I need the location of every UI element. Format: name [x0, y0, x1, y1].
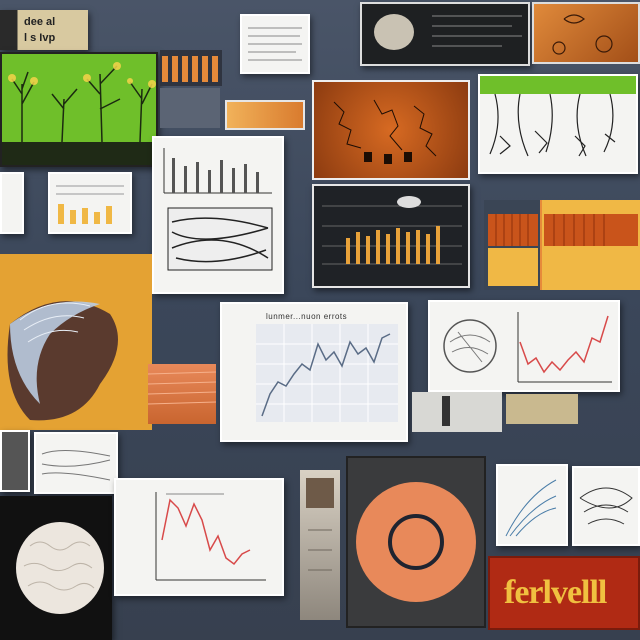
- tree-illustration-icon: [2, 62, 156, 165]
- small-line-chart-card-bottom-left: [34, 432, 118, 494]
- red-line-chart-card: [428, 300, 620, 392]
- text-note-card-top: [240, 14, 310, 74]
- tan-card-right: [506, 394, 578, 424]
- chart-title: lunmer...nuon errots: [266, 312, 348, 321]
- grey-card-top: [160, 88, 220, 128]
- orange-map-card: [312, 80, 470, 180]
- small-chart-card-left: [48, 172, 132, 234]
- label-line-2: l s Ivp: [24, 32, 56, 44]
- brand-text: ferlvelll: [504, 574, 607, 611]
- label-line-1: dee al: [24, 16, 56, 28]
- small-paper-card-left: [0, 172, 24, 234]
- brain-illustration-card: [0, 496, 112, 640]
- orange-sketch-card-top-right: [532, 2, 640, 64]
- sketch-card-bottom-right-2: [572, 466, 640, 546]
- collage-canvas: dee al l s Ivp lunmer...nuon errots ferl…: [0, 0, 640, 640]
- brain-illustration-icon: [16, 522, 104, 614]
- paper-bar-chart-card: [152, 136, 284, 294]
- root-sketch-card: [478, 74, 638, 174]
- small-dark-card-bottom-left: [0, 430, 30, 492]
- ring-target-icon: [356, 482, 476, 602]
- orange-gradient-card: [225, 100, 305, 130]
- dark-photo-card-top: [360, 2, 530, 66]
- dark-bar-chart-card: [312, 184, 470, 288]
- line-chart-card-center: lunmer...nuon errots: [220, 302, 408, 442]
- sketch-card-bottom-right-1: [496, 464, 568, 546]
- grey-card-center-right: [412, 392, 502, 432]
- salmon-stripe-card: [148, 364, 216, 424]
- brand-block: ferlvelll: [488, 556, 640, 630]
- red-line-chart-card-bottom: [114, 478, 284, 596]
- shell-strip-card: [300, 470, 340, 620]
- shell-illustration-icon: [7, 301, 118, 421]
- orange-stripe-card: [160, 50, 222, 86]
- ring-target-card: [346, 456, 486, 628]
- tree-illustration-card: [0, 52, 158, 167]
- orange-block-card-right: [484, 200, 640, 290]
- shell-illustration-card: [0, 254, 152, 430]
- top-left-label-card: dee al l s Ivp: [0, 10, 88, 50]
